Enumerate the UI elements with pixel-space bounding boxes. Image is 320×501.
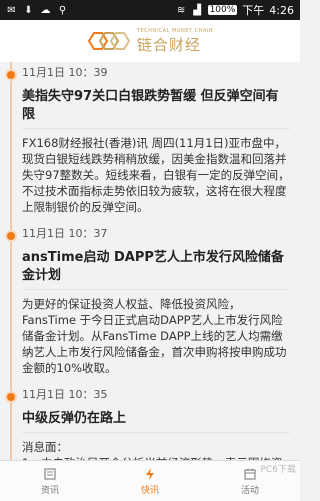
news-title[interactable]: 美指失守97关口白银跌势暂缓 但反弹空间有限 xyxy=(22,88,290,129)
status-left-icons: ✉ ⬇ ☁ ⚲ xyxy=(6,5,68,16)
news-item[interactable]: 11月1日 10：35 中级反弹仍在路上 消息面： 1、中央政治局开会分析当前经… xyxy=(0,384,300,460)
logo-title: 链合财经 xyxy=(136,35,201,54)
nav-news-label: 资讯 xyxy=(40,485,59,496)
news-item[interactable]: 11月1日 10：37 ansTime启动 DAPP艺人上市发行风险储备金计划 … xyxy=(0,223,300,384)
timeline-dot-icon xyxy=(5,230,17,242)
news-body: FX168财经报社(香港)讯 周四(11月1日)亚市盘中，现货白银短线跌势稍稍放… xyxy=(22,136,290,214)
news-timeline[interactable]: 11月1日 10：39 美指失守97关口白银跌势暂缓 但反弹空间有限 FX168… xyxy=(0,62,300,460)
news-time: 11月1日 10：39 xyxy=(22,66,108,79)
nav-flash-label: 快讯 xyxy=(140,485,159,496)
news-title[interactable]: 中级反弹仍在路上 xyxy=(22,410,290,433)
battery-indicator: 100% xyxy=(207,5,238,15)
news-time: 11月1日 10：35 xyxy=(22,388,108,401)
calendar-icon xyxy=(244,468,256,480)
wifi-icon: ≋ xyxy=(176,4,186,16)
chain-logo-icon xyxy=(87,30,131,52)
status-right-icons: ≋ ▟ 100% 下午 4:26 xyxy=(176,2,294,18)
share-icon: ☁ xyxy=(40,4,51,16)
news-body: 消息面： 1、中央政治局开会分析当前经济形势，表示围绕资本市场改革，加强制度建设… xyxy=(22,440,282,460)
news-icon xyxy=(44,467,56,480)
nav-news[interactable]: 资讯 xyxy=(0,461,100,501)
usb-icon: ⚲ xyxy=(58,4,67,16)
download-icon: ⬇ xyxy=(24,4,33,16)
app-logo: TECHNICAL MONEY CHAIN 链合财经 xyxy=(87,28,213,55)
flash-icon xyxy=(146,467,154,480)
watermark: PC6下载 xyxy=(260,465,296,475)
timeline-dot-icon xyxy=(5,391,17,403)
timeline-dot-icon xyxy=(5,69,17,81)
signal-icon: ▟ xyxy=(193,4,201,16)
logo-text: TECHNICAL MONEY CHAIN 链合财经 xyxy=(137,28,213,55)
news-title[interactable]: ansTime启动 DAPP艺人上市发行风险储备金计划 xyxy=(22,249,290,290)
notification-icon: ✉ xyxy=(7,4,16,16)
bottom-nav: 资讯 快讯 活动 xyxy=(0,460,300,501)
nav-flash[interactable]: 快讯 xyxy=(100,461,200,501)
status-bar: ✉ ⬇ ☁ ⚲ ≋ ▟ 100% 下午 4:26 xyxy=(0,0,300,20)
news-time: 11月1日 10：37 xyxy=(22,227,108,240)
app-header: TECHNICAL MONEY CHAIN 链合财经 xyxy=(0,20,300,63)
nav-events-label: 活动 xyxy=(240,485,259,496)
status-period: 下午 xyxy=(242,4,265,17)
news-body: 为更好的保证投资人权益、降低投资风险，FansTime 于今日正式启动DAPP艺… xyxy=(22,297,287,375)
news-item[interactable]: 11月1日 10：39 美指失守97关口白银跌势暂缓 但反弹空间有限 FX168… xyxy=(0,62,300,223)
status-time: 4:26 xyxy=(269,3,294,17)
